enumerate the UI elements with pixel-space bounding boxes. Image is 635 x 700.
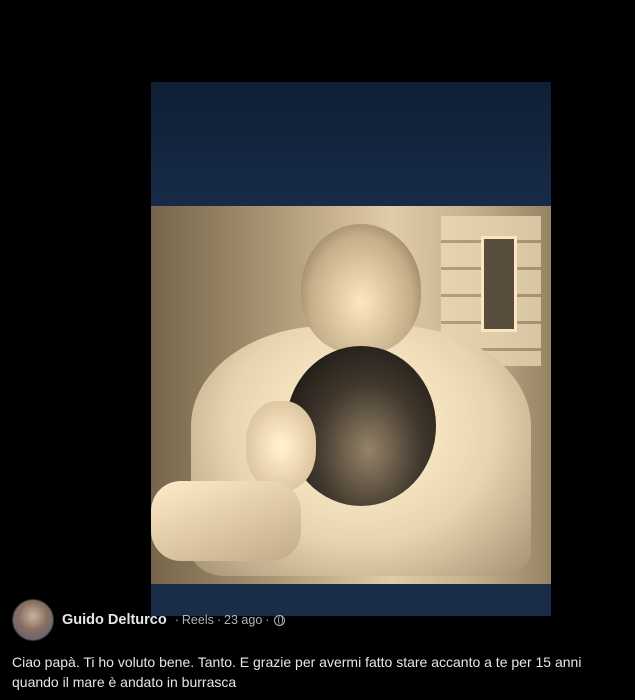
meta-separator: · xyxy=(265,613,270,627)
reel-video[interactable] xyxy=(151,82,551,616)
photo-arm xyxy=(151,481,301,561)
author-avatar[interactable] xyxy=(12,599,54,641)
post-header: Guido Delturco · Reels · 23 ago · xyxy=(12,599,623,641)
vintage-photo xyxy=(151,206,551,584)
photo-child-head xyxy=(301,224,421,354)
globe-icon[interactable] xyxy=(274,614,286,626)
meta-separator: · xyxy=(216,613,222,627)
post-meta: · Reels · 23 ago · xyxy=(175,613,286,627)
meta-separator: · xyxy=(174,613,179,627)
author-name[interactable]: Guido Delturco xyxy=(62,612,167,628)
photo-hand xyxy=(246,401,316,491)
post-date[interactable]: 23 ago xyxy=(224,613,262,627)
reel-background xyxy=(151,82,551,206)
photo-window xyxy=(481,236,517,332)
post-caption: Ciao papà. Ti ho voluto bene. Tanto. E g… xyxy=(12,654,582,690)
post-source[interactable]: Reels xyxy=(182,613,214,627)
